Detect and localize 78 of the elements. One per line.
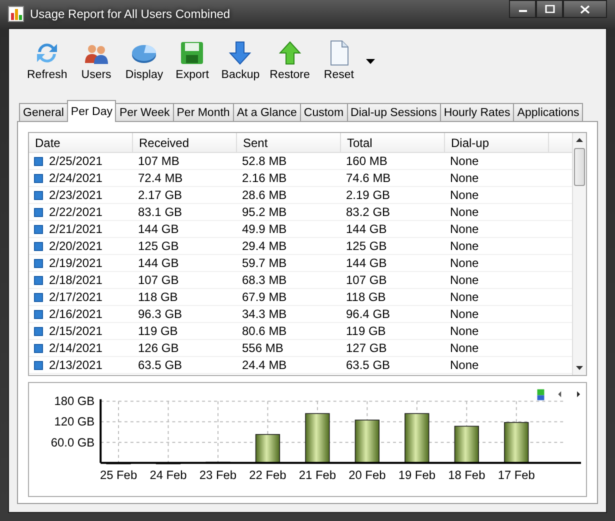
- table-cell: None: [450, 188, 479, 202]
- table-cell: None: [450, 307, 479, 321]
- table-cell: 2/21/2021: [49, 222, 102, 236]
- table-cell: 95.2 MB: [242, 205, 287, 219]
- table-cell: 2/22/2021: [49, 205, 102, 219]
- table-cell: 144 GB: [346, 256, 387, 270]
- table-cell: None: [450, 256, 479, 270]
- table-cell: 74.6 MB: [346, 171, 391, 185]
- table-cell: 59.7 MB: [242, 256, 287, 270]
- table-cell: 2/20/2021: [49, 239, 102, 253]
- axis-label: 18 Feb: [448, 467, 486, 482]
- table-cell: None: [450, 341, 479, 355]
- table-cell: 160 MB: [346, 154, 388, 168]
- table-cell: 2/14/2021: [49, 341, 102, 355]
- table-cell: 63.5 GB: [346, 358, 390, 372]
- axis-label: 180 GB: [54, 394, 95, 408]
- table-cell: 127 GB: [346, 341, 387, 355]
- table-cell: 2/19/2021: [49, 256, 102, 270]
- table-cell: 28.6 MB: [242, 188, 287, 202]
- axis-label: 22 Feb: [249, 467, 286, 482]
- table-cell: None: [450, 358, 479, 372]
- table-cell: None: [450, 273, 479, 287]
- table-cell: 83.2 GB: [346, 205, 390, 219]
- table-cell: None: [450, 205, 479, 219]
- table-cell: 52.8 MB: [242, 154, 287, 168]
- table-cell: 2/18/2021: [49, 273, 102, 287]
- table-cell: 2/24/2021: [49, 171, 102, 185]
- axis-label: 17 Feb: [498, 467, 535, 482]
- table-cell: 2.19 GB: [346, 188, 390, 202]
- table-cell: 2/15/2021: [49, 324, 102, 338]
- table-cell: None: [450, 222, 479, 236]
- axis-label: 21 Feb: [298, 467, 336, 482]
- window-title: Usage Report for All Users Combined: [30, 7, 232, 21]
- table-cell: 556 MB: [242, 341, 284, 355]
- table-cell: 119 GB: [346, 324, 386, 338]
- table-cell: 72.4 MB: [138, 171, 183, 185]
- axis-label: 25 Feb: [100, 467, 138, 482]
- table-cell: 83.1 GB: [138, 205, 182, 219]
- axis-label: 120 GB: [54, 414, 95, 428]
- table-cell: 2.16 MB: [242, 171, 287, 185]
- axis-label: 60.0 GB: [50, 434, 95, 449]
- table-cell: 107 MB: [138, 154, 180, 168]
- table-cell: 96.3 GB: [138, 307, 182, 321]
- table-cell: 126 GB: [138, 341, 179, 355]
- table-cell: 24.4 MB: [242, 358, 287, 372]
- table-cell: 107 GB: [138, 273, 179, 287]
- table-cell: 29.4 MB: [242, 239, 287, 253]
- table-cell: 80.6 MB: [242, 324, 287, 338]
- table-cell: 2/17/2021: [49, 290, 102, 304]
- table-cell: None: [450, 154, 479, 168]
- axis-label: 20 Feb: [348, 467, 386, 482]
- table-cell: 125 GB: [138, 239, 179, 253]
- axis-label: 23 Feb: [199, 467, 237, 482]
- table-cell: 49.9 MB: [242, 222, 287, 236]
- table-cell: 67.9 MB: [242, 290, 287, 304]
- axis-label: 24 Feb: [150, 467, 187, 482]
- table-cell: 2/16/2021: [49, 307, 102, 321]
- table-cell: 2/25/2021: [49, 154, 102, 168]
- table-cell: 107 GB: [346, 273, 387, 287]
- table-cell: 144 GB: [346, 222, 387, 236]
- table-cell: None: [450, 239, 479, 253]
- table-cell: 63.5 GB: [138, 358, 182, 372]
- table-cell: 144 GB: [138, 222, 179, 236]
- table-cell: 68.3 MB: [242, 273, 287, 287]
- table-cell: None: [450, 290, 479, 304]
- axis-label: 19 Feb: [398, 467, 436, 482]
- table-cell: 118 GB: [346, 290, 386, 304]
- table-cell: 119 GB: [138, 324, 178, 338]
- table-cell: None: [450, 324, 479, 338]
- table-cell: 96.4 GB: [346, 307, 390, 321]
- table-cell: 34.3 MB: [242, 307, 287, 321]
- table-cell: 118 GB: [138, 290, 178, 304]
- table-cell: 2/13/2021: [49, 358, 102, 372]
- table-cell: 144 GB: [138, 256, 179, 270]
- table-cell: 2/23/2021: [49, 188, 102, 202]
- table-cell: 125 GB: [346, 239, 387, 253]
- table-cell: 2.17 GB: [138, 188, 182, 202]
- table-cell: None: [450, 171, 479, 185]
